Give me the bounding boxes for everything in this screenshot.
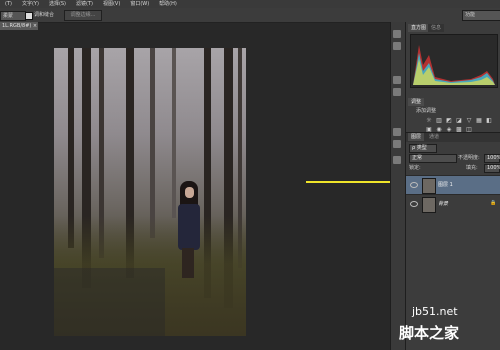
blend-checkbox[interactable]: [25, 12, 33, 20]
curves-icon[interactable]: ◩: [445, 117, 453, 124]
menu-item-select[interactable]: 选择(S): [44, 0, 71, 8]
refine-edge-button[interactable]: 调整边缘...: [64, 10, 102, 21]
mode-select[interactable]: 柔蒙: [0, 11, 26, 21]
hue-icon[interactable]: ▦: [475, 117, 483, 124]
histogram-graph: [413, 45, 495, 85]
balance-icon[interactable]: ◧: [485, 117, 493, 124]
brightness-icon[interactable]: ☼: [425, 117, 433, 124]
levels-icon[interactable]: ▥: [435, 117, 443, 124]
visibility-eye-icon[interactable]: [410, 182, 418, 188]
layer-thumbnail: [422, 197, 436, 213]
menu-item-0[interactable]: (T): [0, 0, 17, 8]
tab-channels[interactable]: 通道: [426, 133, 443, 141]
visibility-eye-icon[interactable]: [410, 201, 418, 207]
styles-panel-icon[interactable]: [393, 88, 401, 96]
layer-row-layer1[interactable]: 图层 1: [406, 175, 500, 194]
paragraph-panel-icon[interactable]: [393, 140, 401, 148]
histogram-chart: [410, 34, 498, 88]
menu-item-window[interactable]: 窗口(W): [125, 0, 154, 8]
fill-label: 填充:: [466, 165, 478, 171]
layer-thumbnail: [422, 178, 436, 194]
opacity-label: 不透明度:: [458, 155, 480, 161]
menu-item-help[interactable]: 帮助(H): [154, 0, 182, 8]
girl-body: [178, 204, 200, 250]
watermark-brand: 脚本之家: [399, 324, 460, 342]
exposure-icon[interactable]: ◪: [455, 117, 463, 124]
lock-label: 锁定:: [409, 165, 421, 171]
workspace-select[interactable]: 功能: [462, 10, 500, 21]
tab-info[interactable]: 信息: [428, 24, 445, 32]
right-panel-dock: 直方图 信息 调整 添加调整 ☼ ▥ ◩ ◪ ▽ ▦ ◧▣ ◉ ◈ ▩ ◫ 图层 通道 ρ 类型 正…: [405, 22, 500, 350]
girl-face: [185, 187, 194, 198]
tree-trunk: [150, 48, 155, 238]
layer-name: 图层 1: [438, 182, 453, 188]
tab-histogram[interactable]: 直方图: [408, 24, 430, 32]
adjust-panel-icon[interactable]: [393, 76, 401, 84]
histogram-panel-icon[interactable]: [393, 30, 401, 38]
options-bar: 柔蒙 调和缝合 调整边缘... 功能: [0, 8, 500, 23]
watermark-domain: jb51.net: [412, 305, 458, 318]
tree-trunk: [172, 48, 176, 218]
text-panel-icon[interactable]: [393, 128, 401, 136]
info-panel-icon[interactable]: [393, 42, 401, 50]
layer-filter-select[interactable]: ρ 类型: [409, 144, 437, 153]
menu-item-view[interactable]: 视图(V): [98, 0, 125, 8]
layers-header: 图层 通道: [406, 132, 500, 142]
faint-overlay: [8, 268, 165, 336]
menu-bar: (T) 文字(Y) 选择(S) 滤镜(T) 视图(V) 窗口(W) 帮助(H): [0, 0, 500, 8]
document-tab[interactable]: 1L.RGB/8#) ×: [0, 22, 38, 30]
blend-checkbox-label: 调和缝合: [34, 12, 55, 18]
menu-item-filter[interactable]: 滤镜(T): [71, 0, 98, 8]
fill-field[interactable]: 100%: [484, 164, 500, 173]
girl-legs: [182, 248, 194, 278]
menu-item-text[interactable]: 文字(Y): [17, 0, 44, 8]
blend-mode-select[interactable]: 正常: [409, 154, 457, 163]
layer-row-background[interactable]: 背景 🔒: [406, 194, 500, 213]
channel-panel-icon[interactable]: [393, 156, 401, 164]
adjustments-title: 添加调整: [416, 108, 437, 114]
vibrance-icon[interactable]: ▽: [465, 117, 473, 124]
panel-icon-strip: [390, 22, 405, 350]
tab-adjustments[interactable]: 调整: [408, 98, 425, 106]
arrow-line: [306, 181, 396, 183]
opacity-field[interactable]: 100%: [484, 154, 500, 163]
tab-layers[interactable]: 图层: [408, 133, 425, 141]
layer-name: 背景: [438, 201, 449, 207]
lock-icon: 🔒: [490, 200, 497, 206]
